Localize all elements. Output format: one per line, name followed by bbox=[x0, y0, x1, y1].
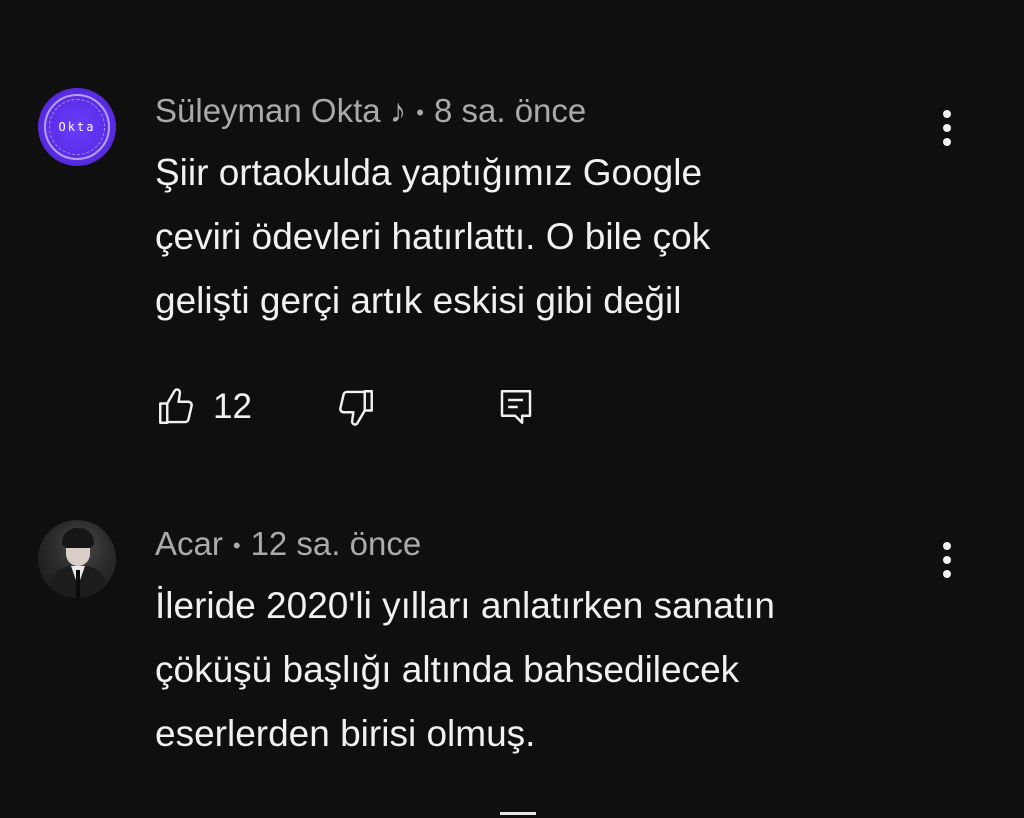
avatar-logo-text: Okta bbox=[58, 120, 96, 134]
avatar[interactable]: Okta bbox=[38, 88, 116, 166]
thumbs-up-icon bbox=[159, 388, 193, 424]
more-options-button[interactable] bbox=[925, 98, 969, 158]
more-vertical-icon bbox=[943, 110, 951, 146]
comment-text-line: çöküşü başlığı altında bahsedilecek bbox=[155, 649, 740, 690]
comments-page: Okta Süleyman Okta ♪ • 8 sa. önce Şiir ort… bbox=[0, 0, 1024, 818]
comment-text-line: eserlerden birisi olmuş. bbox=[155, 713, 536, 754]
comment-meta: Acar • 12 sa. önce bbox=[155, 524, 421, 566]
more-options-button[interactable] bbox=[925, 530, 969, 590]
comment-time: 8 sa. önce bbox=[433, 92, 587, 129]
more-vertical-icon bbox=[943, 542, 951, 578]
thumbs-down-icon bbox=[339, 390, 373, 426]
comment-text: Şiir ortaokulda yaptığımız Google çeviri… bbox=[155, 141, 955, 333]
meta-separator: • bbox=[232, 533, 241, 559]
comment-item: Okta Süleyman Okta ♪ • 8 sa. önce Şiir ort… bbox=[0, 0, 1024, 470]
comment-text-line: gelişti gerçi artık eskisi gibi değil bbox=[155, 280, 682, 321]
like-count: 12 bbox=[213, 387, 252, 426]
meta-separator: • bbox=[416, 100, 424, 126]
comment-text-line: Şiir ortaokulda yaptığımız Google bbox=[155, 152, 703, 193]
comment-text: İleride 2020'li yılları anlatırken sanat… bbox=[155, 574, 955, 766]
comment-meta: Süleyman Okta ♪ • 8 sa. önce bbox=[155, 91, 586, 133]
like-button[interactable]: 12 bbox=[155, 380, 252, 434]
reply-icon bbox=[500, 390, 532, 424]
avatar[interactable] bbox=[38, 520, 116, 598]
comment-actions: 12 bbox=[155, 380, 575, 434]
dislike-button[interactable] bbox=[335, 380, 377, 434]
comment-author[interactable]: Acar bbox=[155, 525, 223, 562]
next-item-edge bbox=[500, 812, 536, 815]
comment-text-line: çeviri ödevleri hatırlattı. O bile çok bbox=[155, 216, 711, 257]
comment-text-line: İleride 2020'li yılları anlatırken sanat… bbox=[155, 585, 775, 626]
comment-author[interactable]: Süleyman Okta ♪ bbox=[155, 92, 406, 129]
avatar-hair bbox=[62, 528, 94, 548]
avatar-tie bbox=[76, 570, 80, 598]
comment-item: Acar • 12 sa. önce İleride 2020'li yılları… bbox=[0, 470, 1024, 818]
comment-time: 12 sa. önce bbox=[250, 525, 422, 562]
reply-button[interactable] bbox=[495, 380, 537, 434]
